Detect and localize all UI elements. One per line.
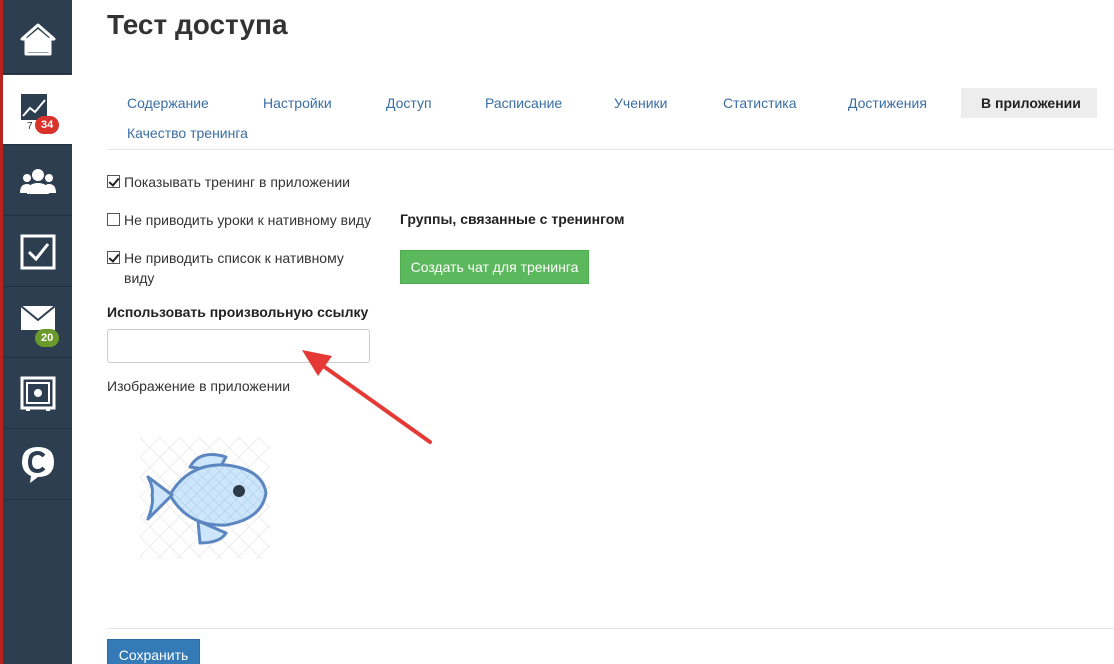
checkbox-icon (20, 234, 55, 269)
sidebar-item-messages[interactable]: 20 (3, 288, 72, 358)
tab-training-quality[interactable]: Качество тренинга (127, 118, 248, 148)
sidebar-sub-count: 7 (27, 121, 33, 132)
no-native-list-label: Не приводить список к нативному виду (124, 250, 344, 286)
home-icon (20, 23, 55, 55)
sidebar-item-safe[interactable] (3, 359, 72, 429)
trainings-badge: 34 (35, 116, 60, 134)
tab-achievements[interactable]: Достижения (848, 88, 927, 118)
no-native-list-checkbox[interactable] (107, 251, 120, 264)
sidebar-item-trainings[interactable]: 7 34 (3, 75, 72, 145)
tab-students[interactable]: Ученики (614, 88, 667, 118)
tab-in-app[interactable]: В приложении (961, 88, 1097, 118)
groups-label: Группы, связанные с тренингом (400, 211, 625, 227)
no-native-lessons-option[interactable]: Не приводить уроки к нативному виду (107, 210, 371, 230)
show-in-app-label: Показывать тренинг в приложении (124, 174, 351, 190)
sidebar: 7 34 20 (0, 0, 72, 664)
save-button[interactable]: Сохранить (107, 639, 200, 664)
tabs-divider (107, 149, 1114, 150)
tab-content[interactable]: Содержание (127, 88, 209, 118)
show-in-app-checkbox[interactable] (107, 175, 120, 188)
footer-divider (107, 628, 1114, 629)
sidebar-item-tasks[interactable] (3, 217, 72, 287)
safe-icon (20, 376, 55, 411)
show-in-app-option[interactable]: Показывать тренинг в приложении (107, 172, 350, 192)
page-title: Тест доступа (107, 9, 288, 40)
chat-c-icon (21, 446, 54, 483)
sidebar-item-users[interactable] (3, 146, 72, 216)
sidebar-item-chat[interactable] (3, 430, 72, 500)
mail-icon (19, 304, 56, 330)
tab-access[interactable]: Доступ (386, 88, 432, 118)
no-native-lessons-checkbox[interactable] (107, 213, 120, 226)
sidebar-item-home[interactable] (3, 4, 72, 74)
messages-badge: 20 (35, 329, 60, 347)
tab-settings[interactable]: Настройки (263, 88, 332, 118)
tab-statistics[interactable]: Статистика (723, 88, 797, 118)
custom-link-label: Использовать произвольную ссылку (107, 304, 369, 320)
no-native-lessons-label: Не приводить уроки к нативному виду (124, 212, 372, 228)
no-native-list-option[interactable]: Не приводить список к нативному виду (107, 248, 377, 288)
users-icon (19, 168, 56, 194)
app-image-label: Изображение в приложении (107, 378, 291, 394)
annotation-arrow-icon (302, 350, 432, 444)
fish-image[interactable] (140, 437, 270, 559)
tab-schedule[interactable]: Расписание (485, 88, 562, 118)
create-chat-button[interactable]: Создать чат для тренинга (400, 250, 589, 284)
